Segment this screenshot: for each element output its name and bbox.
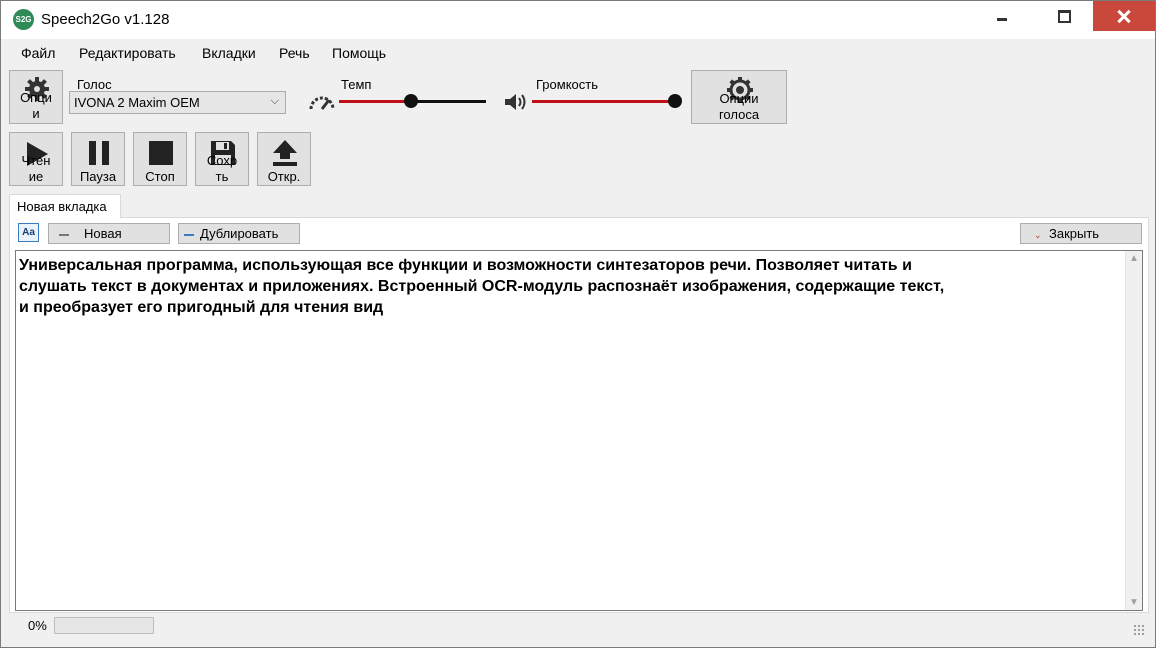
tempo-label: Темп [341,77,372,92]
menu-tabs[interactable]: Вкладки [202,45,256,61]
volume-slider-thumb[interactable] [668,94,682,108]
app-window: S2G Speech2Go v1.128 Файл Редактировать … [0,0,1156,648]
new-tab-button[interactable]: Новая [48,223,170,244]
progress-percent: 0% [28,618,47,633]
duplicate-label: Дублировать [200,226,279,241]
window-title: Speech2Go v1.128 [41,11,170,28]
save-button[interactable]: Сохр ть [195,132,249,186]
menu-speech[interactable]: Речь [279,45,310,61]
vertical-scrollbar[interactable]: ▲ ▼ [1125,251,1142,610]
document-line: и преобразует его пригодный для чтения в… [19,299,384,316]
play-label-line2: ие [28,169,44,184]
voice-options-button[interactable]: Опции голоса [691,70,787,124]
close-tab-label: Закрыть [1049,226,1100,241]
volume-slider-fill [532,100,674,103]
menu-file[interactable]: Файл [21,45,55,61]
document-text: Универсальная программа, использующая вс… [19,255,1119,318]
close-tab-button[interactable]: ⌄ Закрыть [1020,223,1142,244]
duplicate-icon [184,233,194,236]
speaker-icon [505,94,526,110]
tempo-slider-track [411,100,486,103]
voice-select-value: IVONA 2 Maxim OEM [74,95,200,110]
font-button[interactable]: Aa [18,223,39,242]
duplicate-tab-button[interactable]: Дублировать [178,223,300,244]
close-button[interactable] [1093,1,1155,31]
stop-label: Стоп [145,169,175,184]
play-button[interactable]: Чтен ие [9,132,63,186]
options-button[interactable]: Опци и [9,70,63,124]
stop-icon [149,141,173,165]
voice-options-label-line1: Опции [719,91,759,106]
voice-options-label-line2: голоса [718,107,760,122]
tempo-slider-fill [339,100,411,103]
scroll-up-icon[interactable]: ▲ [1129,253,1139,264]
save-label-line1: Сохр [206,153,238,168]
chevron-down-icon: ⌵ [270,95,279,107]
open-label: Откр. [267,169,301,184]
document-line: Универсальная программа, использующая вс… [19,257,912,274]
new-tab-label: Новая [84,226,122,241]
document-line: слушать текст в документах и приложениях… [19,278,945,295]
options-label-line2: и [32,106,40,121]
resize-grip-icon[interactable] [1133,624,1145,636]
close-tab-icon: ⌄ [1034,230,1042,240]
save-label-line2: ть [215,169,229,184]
pause-button[interactable]: Пауза [71,132,125,186]
voice-label: Голос [77,77,112,92]
pause-icon [89,141,109,165]
pause-label: Пауза [79,169,117,184]
speedometer-icon [309,96,335,110]
progress-bar [54,617,154,634]
menu-bar: Файл Редактировать Вкладки Речь Помощь [9,41,1149,67]
app-logo-icon: S2G [13,9,34,30]
new-tab-icon [59,233,69,236]
stop-button[interactable]: Стоп [133,132,187,186]
open-button[interactable]: Откр. [257,132,311,186]
voice-select[interactable]: IVONA 2 Maxim OEM ⌵ [69,91,286,114]
volume-label: Громкость [536,77,598,92]
tab-new-tab[interactable]: Новая вкладка [9,194,121,218]
minimize-button[interactable] [978,1,1024,31]
tempo-slider-thumb[interactable] [404,94,418,108]
scroll-down-icon[interactable]: ▼ [1129,597,1139,608]
menu-help[interactable]: Помощь [332,45,386,61]
play-label-line1: Чтен [21,153,51,168]
maximize-button[interactable] [1041,1,1087,31]
title-bar: S2G Speech2Go v1.128 [1,1,1155,39]
upload-icon [273,140,297,166]
options-label-line1: Опци [20,90,52,105]
menu-edit[interactable]: Редактировать [79,45,176,61]
text-editor[interactable]: Универсальная программа, использующая вс… [15,250,1143,611]
